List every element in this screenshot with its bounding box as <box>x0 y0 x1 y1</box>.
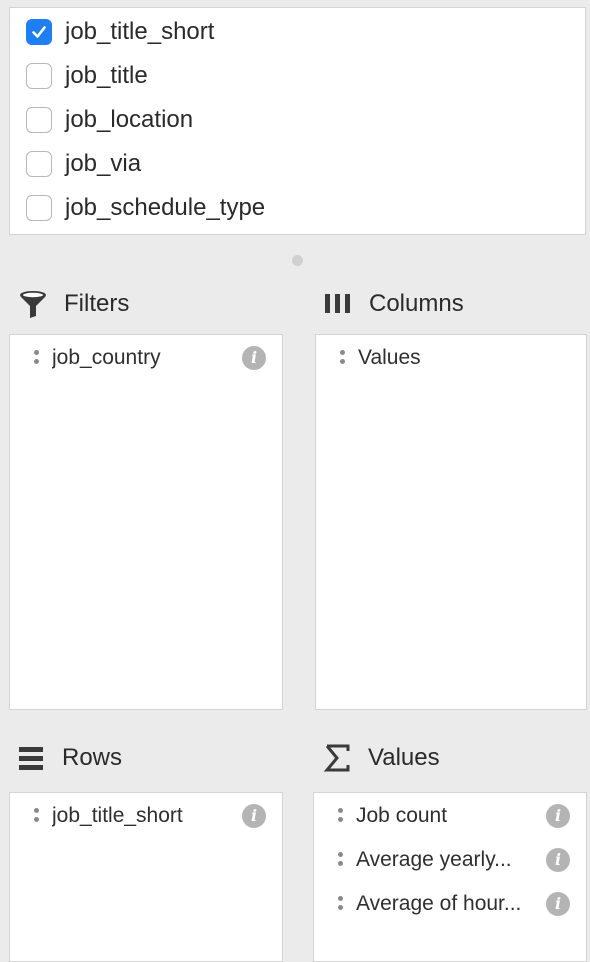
field-row-job-title[interactable]: job_title <box>26 61 148 91</box>
filters-drop-zone[interactable]: job_country i <box>9 334 283 710</box>
checkbox-job-schedule-type[interactable] <box>26 195 52 221</box>
field-row-job-title-short[interactable]: job_title_short <box>26 17 214 47</box>
checkbox-job-title-short[interactable] <box>26 19 52 45</box>
filters-title: Filters <box>64 290 130 317</box>
info-icon[interactable]: i <box>546 804 570 828</box>
drag-handle-icon[interactable] <box>338 808 344 824</box>
field-label: job_location <box>65 106 194 133</box>
row-item-label: job_title_short <box>52 804 183 827</box>
field-label: job_title_short <box>65 18 215 45</box>
drag-handle-icon[interactable] <box>340 350 346 366</box>
rows-icon <box>14 741 48 775</box>
checkbox-job-via[interactable] <box>26 151 52 177</box>
column-item-values[interactable]: Values <box>316 341 586 375</box>
field-label: job_schedule_type <box>65 194 266 221</box>
columns-title: Columns <box>369 290 464 317</box>
info-icon[interactable]: i <box>546 892 570 916</box>
pivot-field-list: job_title_short job_title job_location j… <box>9 7 586 235</box>
checkbox-job-location[interactable] <box>26 107 52 133</box>
filter-item-label: job_country <box>52 346 161 369</box>
filter-item-job-country[interactable]: job_country i <box>10 341 282 375</box>
rows-title: Rows <box>62 744 123 771</box>
values-title: Values <box>368 744 440 771</box>
filter-funnel-icon <box>16 287 50 321</box>
filters-header: Filters <box>16 286 129 322</box>
value-item-average-yearly[interactable]: Average yearly... i <box>314 843 586 877</box>
value-item-label: Job count <box>356 804 448 827</box>
checkmark-icon <box>32 26 46 38</box>
rows-drop-zone[interactable]: job_title_short i <box>9 792 283 962</box>
values-drop-zone[interactable]: Job count i Average yearly... i Average … <box>313 792 587 962</box>
value-item-average-hourly[interactable]: Average of hour... i <box>314 887 586 921</box>
drag-handle-icon[interactable] <box>338 852 344 868</box>
value-item-label: Average yearly... <box>356 848 512 871</box>
field-row-job-schedule-type[interactable]: job_schedule_type <box>26 193 265 223</box>
value-item-job-count[interactable]: Job count i <box>314 799 586 833</box>
info-icon[interactable]: i <box>242 346 266 370</box>
info-icon[interactable]: i <box>546 848 570 872</box>
drag-handle-icon[interactable] <box>34 808 40 824</box>
columns-icon <box>321 287 355 321</box>
row-item-job-title-short[interactable]: job_title_short i <box>10 799 282 833</box>
values-header: Values <box>320 740 440 776</box>
columns-header: Columns <box>321 286 464 322</box>
value-item-label: Average of hour... <box>356 892 522 915</box>
field-label: job_via <box>65 150 142 177</box>
columns-drop-zone[interactable]: Values <box>315 334 587 710</box>
sigma-icon <box>320 741 354 775</box>
field-label: job_title <box>65 62 148 89</box>
drag-handle-icon[interactable] <box>338 896 344 912</box>
field-row-job-via[interactable]: job_via <box>26 149 141 179</box>
drag-handle-icon[interactable] <box>34 350 40 366</box>
field-row-job-location[interactable]: job_location <box>26 105 193 135</box>
column-item-label: Values <box>358 346 421 369</box>
rows-header: Rows <box>14 740 122 776</box>
info-icon[interactable]: i <box>242 804 266 828</box>
checkbox-job-title[interactable] <box>26 63 52 89</box>
splitter-handle[interactable] <box>292 255 303 266</box>
